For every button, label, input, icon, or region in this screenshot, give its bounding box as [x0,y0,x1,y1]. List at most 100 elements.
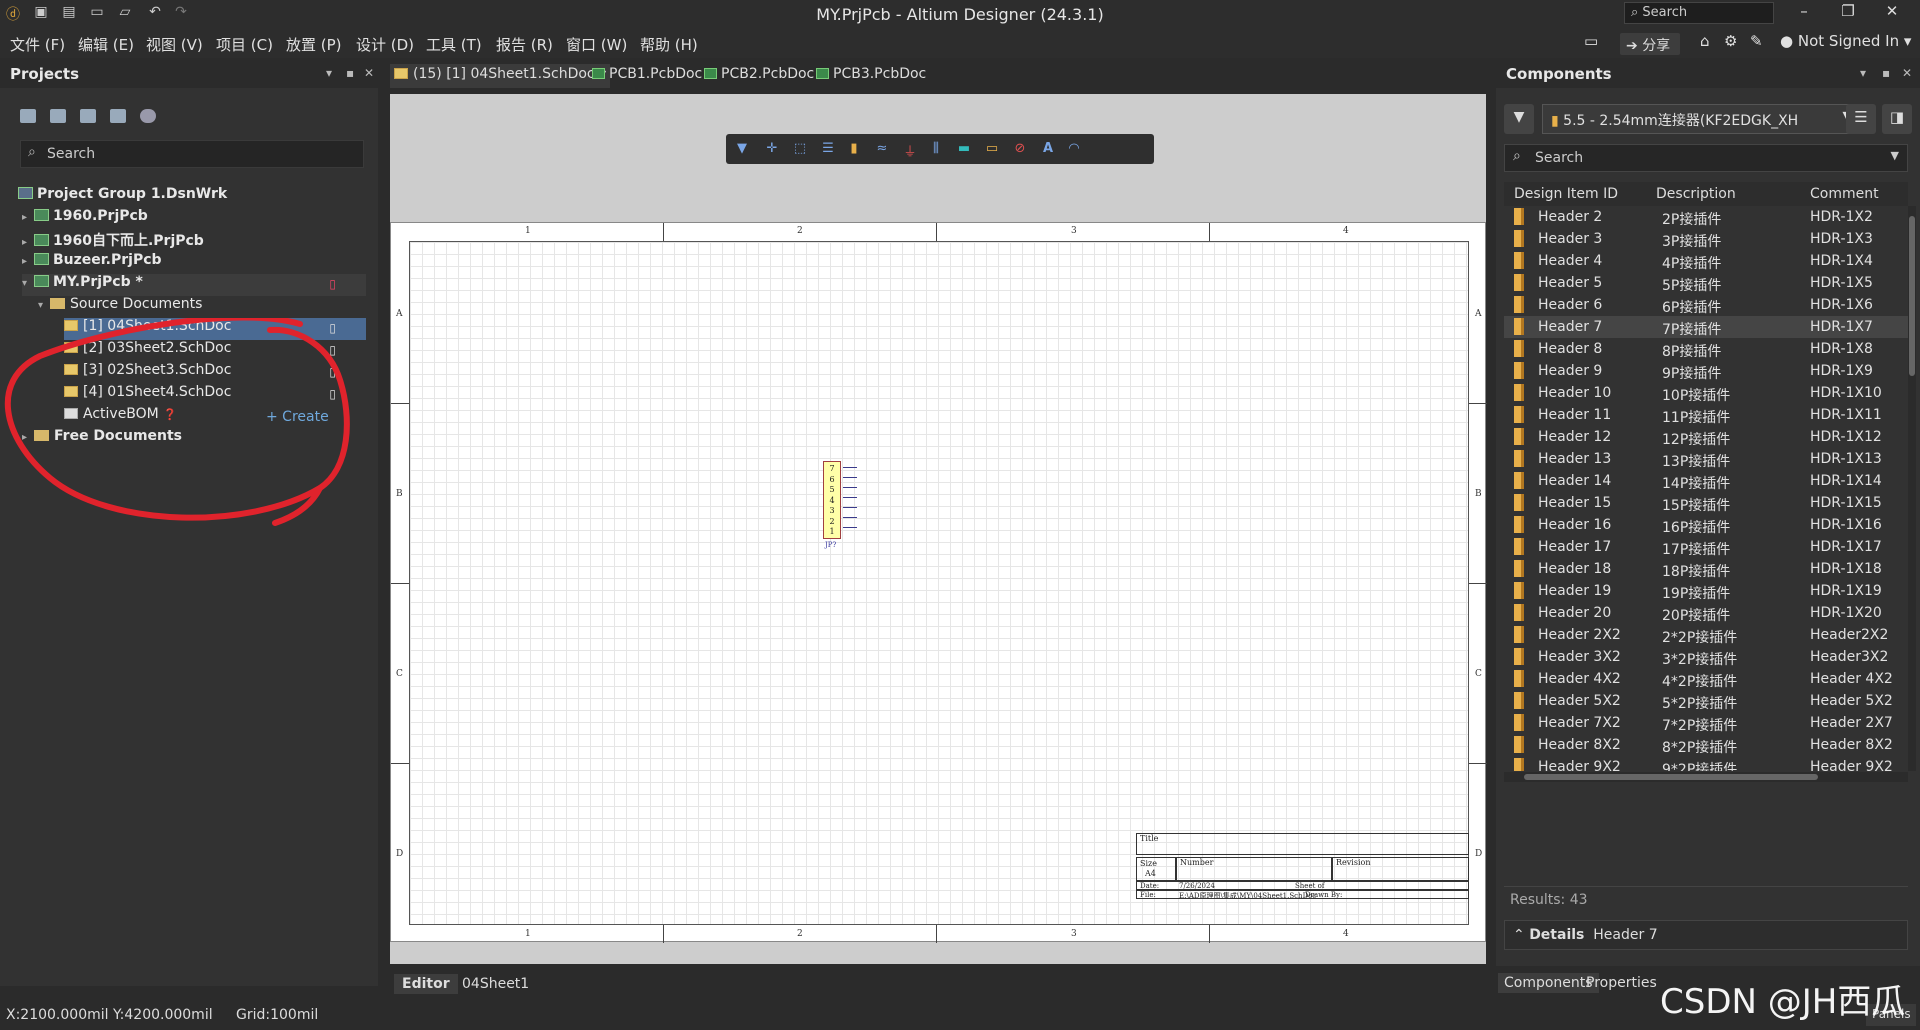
tab-pcb3[interactable]: PCB3.PcbDoc [812,64,930,88]
component-pin[interactable] [843,497,857,498]
component-row[interactable]: Header 13 13P接插件 HDR-1X13 [1504,448,1908,470]
bus-icon[interactable]: ⫼ [928,141,944,157]
align-icon[interactable]: ☰ [820,141,836,157]
component-row[interactable]: Header 7 7P接插件 HDR-1X7 [1504,316,1908,338]
pin-icon[interactable]: ▪ [346,66,354,80]
preview-toggle-button[interactable]: ◨ [1882,104,1912,134]
close-window-button[interactable]: ✕ [1872,2,1912,26]
user-account[interactable]: ● Not Signed In ▾ [1780,32,1911,50]
tree-item-1960-bottomup[interactable]: ▸ 1960自下而上.PrjPcb [22,230,372,252]
wrench-icon[interactable]: ✎ [1750,32,1763,50]
component-row[interactable]: Header 15 15P接插件 HDR-1X15 [1504,492,1908,514]
component-row[interactable]: Header 3X2 3*2P接插件 Header3X2 [1504,646,1908,668]
projects-search-input[interactable]: ⌕ Search [20,140,364,168]
filter-button[interactable]: ▼ [1504,104,1534,134]
tree-item-buzeer[interactable]: ▸ Buzeer.PrjPcb [22,252,372,274]
create-bom-link[interactable]: + Create [266,409,329,425]
tab-sheet[interactable]: 04Sheet1 [454,974,537,994]
tree-item-free-documents[interactable]: ▸ Free Documents [22,428,372,450]
no-erc-icon[interactable]: ⊘ [1012,141,1028,157]
wire-icon[interactable]: ≈ [874,141,890,157]
component-row[interactable]: Header 19 19P接插件 HDR-1X19 [1504,580,1908,602]
component-row[interactable]: Header 2X2 2*2P接插件 Header2X2 [1504,624,1908,646]
scroll-thumb[interactable] [1524,774,1818,780]
menu-file[interactable]: 文件 (F) [10,34,65,55]
tree-item-sheet1[interactable]: [1] 04Sheet1.SchDoc ▯ [64,318,366,340]
col-header-description[interactable]: Description [1656,186,1736,202]
close-panel-icon[interactable]: ✕ [364,66,374,80]
pin-icon[interactable]: ▪ [1882,66,1890,80]
chevron-down-icon[interactable]: ▾ [38,300,50,311]
col-header-comment[interactable]: Comment [1810,186,1879,202]
list-view-button[interactable]: ☰ [1846,104,1876,134]
header-component-body[interactable]: 7 6 5 4 3 2 1 [823,461,841,539]
gear-icon[interactable]: ⚙ [1724,32,1737,50]
component-row[interactable]: Header 8 8P接插件 HDR-1X8 [1504,338,1908,360]
component-row[interactable]: Header 6 6P接插件 HDR-1X6 [1504,294,1908,316]
schematic-canvas[interactable]: ▼ ✛ ⬚ ☰ ▮ ≈ ⏚ ⫼ ▬ ▭ ⊘ A ◠ 1 2 3 4 1 2 3 … [390,94,1487,964]
component-row[interactable]: Header 17 17P接插件 HDR-1X17 [1504,536,1908,558]
component-pin[interactable] [843,517,857,518]
component-pin[interactable] [843,477,857,478]
component-row[interactable]: Header 3 3P接插件 HDR-1X3 [1504,228,1908,250]
project-settings-icon[interactable] [140,109,156,123]
help-icon[interactable]: ❓ [163,408,177,421]
tab-pcb2[interactable]: PCB2.PcbDoc [700,64,818,88]
tab-pcb1[interactable]: PCB1.PcbDoc [588,64,706,88]
component-row[interactable]: Header 8X2 8*2P接插件 Header 8X2 [1504,734,1908,756]
place-part-icon[interactable]: ▮ [846,141,862,157]
save-project-icon[interactable] [20,109,36,123]
component-row[interactable]: Header 10 10P接插件 HDR-1X10 [1504,382,1908,404]
chevron-down-icon[interactable]: ▾ [22,278,34,289]
tree-item-sheet4[interactable]: [4] 01Sheet4.SchDoc ▯ [64,384,366,406]
restore-button[interactable]: ❐ [1828,2,1868,26]
menu-view[interactable]: 视图 (V) [146,34,203,55]
menu-tools[interactable]: 工具 (T) [426,34,482,55]
tab-04sheet1[interactable]: (15) [1] 04Sheet1.SchDoc ▾ [390,64,611,88]
library-selector[interactable]: ▮ 5.5 - 2.54mm连接器(KF2EDGK_XH▼ [1542,104,1860,134]
menu-window[interactable]: 窗口 (W) [566,34,627,55]
panel-menu-icon[interactable]: ▾ [1860,66,1866,80]
component-row[interactable]: Header 11 11P接插件 HDR-1X11 [1504,404,1908,426]
chevron-right-icon[interactable]: ▸ [22,432,34,443]
open-folder-project-icon[interactable] [110,109,126,123]
component-row[interactable]: Header 14 14P接插件 HDR-1X14 [1504,470,1908,492]
components-search-input[interactable]: ⌕ Search ▼ [1504,144,1908,172]
component-row[interactable]: Header 9 9P接插件 HDR-1X9 [1504,360,1908,382]
component-pin[interactable] [843,487,857,488]
save-all-project-icon[interactable] [50,109,66,123]
open-project-icon[interactable] [80,109,96,123]
col-header-design-item-id[interactable]: Design Item ID [1514,186,1618,202]
component-row[interactable]: Header 7X2 7*2P接插件 Header 2X7 [1504,712,1908,734]
component-row[interactable]: Header 20 20P接插件 HDR-1X20 [1504,602,1908,624]
global-search[interactable]: ⌕ Search [1624,2,1774,24]
component-row[interactable]: Header 5 5P接插件 HDR-1X5 [1504,272,1908,294]
select-rect-icon[interactable]: ⬚ [792,141,808,157]
tree-item-sheet2[interactable]: [2] 03Sheet2.SchDoc ▯ [64,340,366,362]
arc-icon[interactable]: ◠ [1066,141,1082,157]
component-designator[interactable]: JP? [825,541,836,549]
menu-place[interactable]: 放置 (P) [286,34,342,55]
component-row[interactable]: Header 9X2 9*2P接插件 Header 9X2 [1504,756,1908,771]
component-row[interactable]: Header 4 4P接插件 HDR-1X4 [1504,250,1908,272]
sheet-symbol-icon[interactable]: ▬ [956,141,972,157]
move-icon[interactable]: ✛ [764,141,780,157]
menu-design[interactable]: 设计 (D) [356,34,414,55]
home-icon[interactable]: ⌂ [1700,32,1710,50]
chevron-right-icon[interactable]: ▸ [22,237,34,248]
tree-item-activebom[interactable]: ActiveBOM ❓ + Create [64,406,366,428]
panel-menu-icon[interactable]: ▾ [326,66,332,80]
scroll-thumb[interactable] [1909,216,1915,376]
component-pin[interactable] [843,507,857,508]
text-icon[interactable]: A [1040,141,1056,157]
power-port-icon[interactable]: ⏚ [902,141,918,160]
component-row[interactable]: Header 18 18P接插件 HDR-1X18 [1504,558,1908,580]
notification-icon[interactable]: ▭ [1584,32,1598,50]
vertical-scrollbar[interactable] [1908,206,1916,771]
chevron-right-icon[interactable]: ▸ [22,256,34,267]
menu-help[interactable]: 帮助 (H) [640,34,698,55]
tree-item-my-project[interactable]: ▾ MY.PrjPcb * ▯ [22,274,366,296]
filter-icon[interactable]: ▼ [734,141,750,157]
minimize-button[interactable]: – [1784,2,1824,26]
component-row[interactable]: Header 2 2P接插件 HDR-1X2 [1504,206,1908,228]
